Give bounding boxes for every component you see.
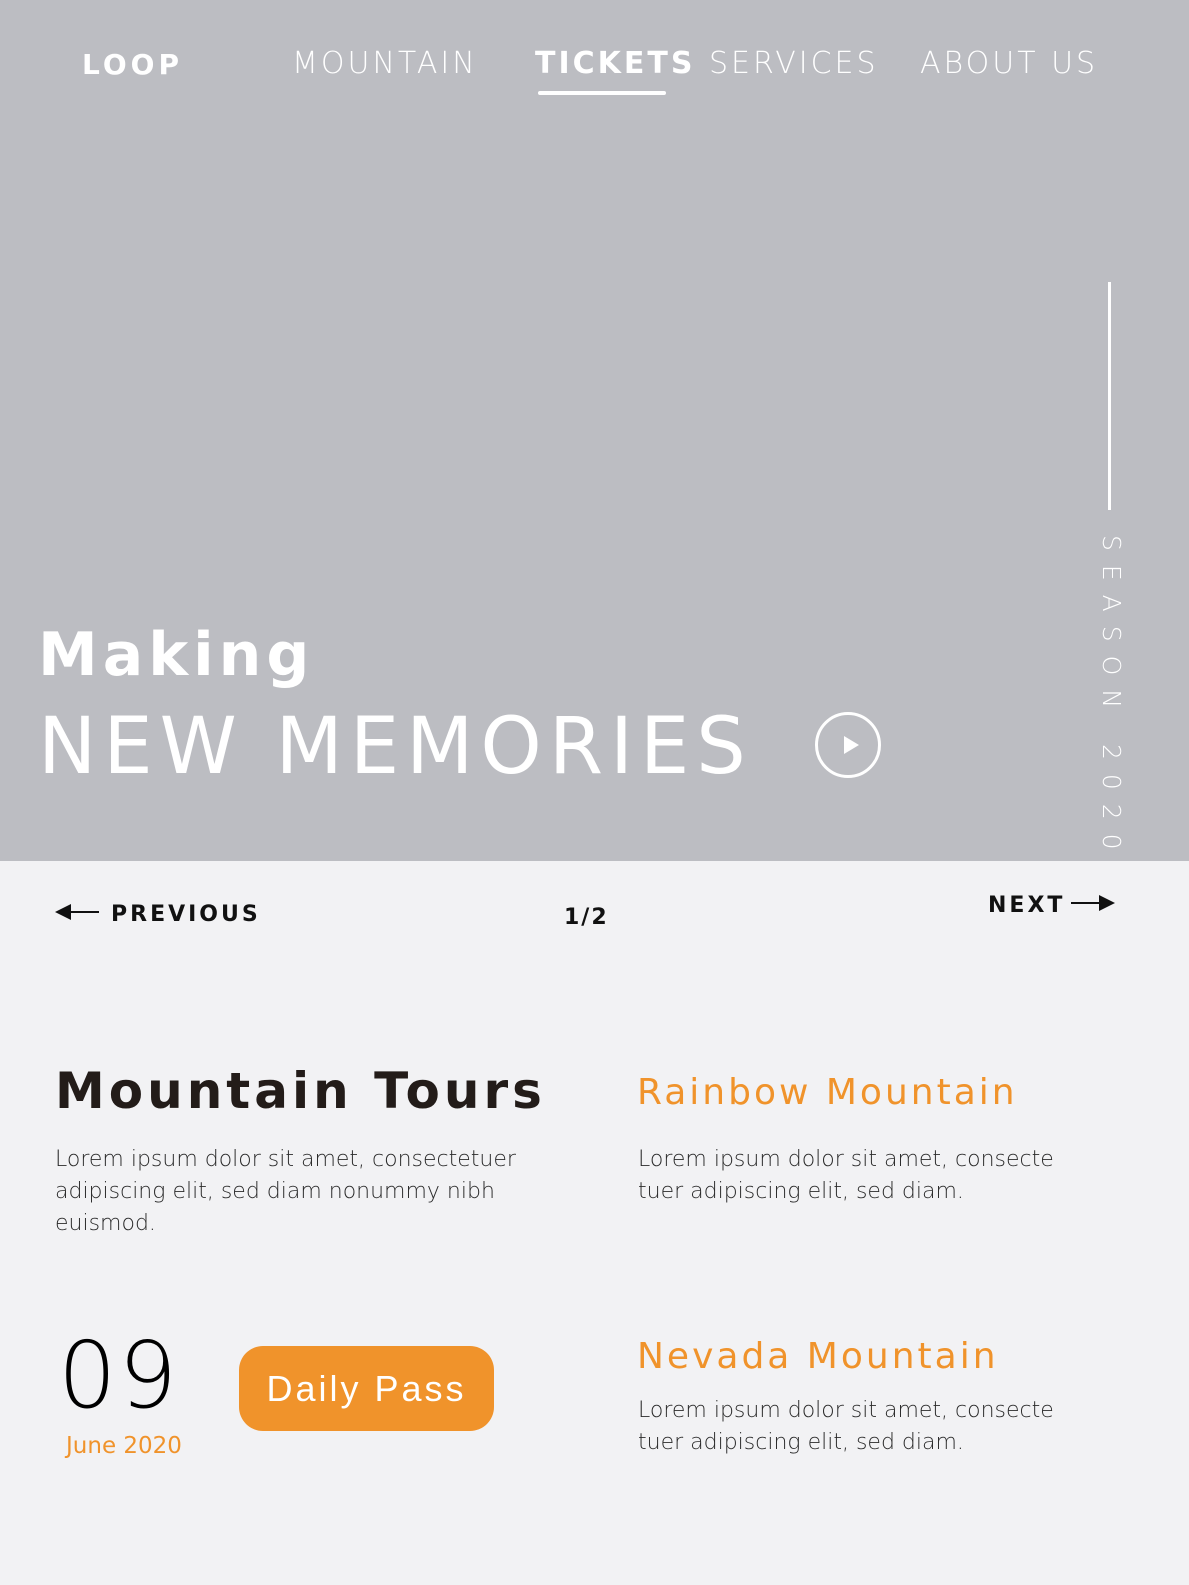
nevada-mountain-description: Lorem ipsum dolor sit amet, consecte tue…: [638, 1398, 1054, 1455]
arrow-left-icon: [55, 902, 99, 928]
previous-button[interactable]: PREVIOUS: [55, 902, 261, 928]
arrow-right-icon: [1071, 893, 1116, 919]
nav-item-tickets[interactable]: TICKETS: [535, 46, 695, 81]
nav-item-services[interactable]: SERVICES: [709, 46, 879, 81]
mountain-tours-heading: Mountain Tours: [55, 1062, 546, 1120]
play-circle-icon[interactable]: [815, 712, 881, 778]
previous-label: PREVIOUS: [111, 902, 261, 927]
mountain-tours-description: Lorem ipsum dolor sit amet, consectetuer…: [55, 1147, 516, 1236]
season-label: SEASON 2020: [1097, 535, 1126, 864]
event-month: June 2020: [66, 1433, 182, 1459]
active-tab-underline: [538, 91, 666, 95]
event-day: 09: [58, 1322, 180, 1429]
hero-title: NEW MEMORIES: [38, 702, 753, 792]
hero-subtitle: Making: [38, 620, 315, 690]
nav-item-mountain[interactable]: MOUNTAIN: [292, 46, 478, 81]
next-button[interactable]: NEXT: [988, 893, 1116, 919]
next-label: NEXT: [988, 893, 1066, 918]
nevada-mountain-title[interactable]: Nevada Mountain: [637, 1336, 999, 1377]
nav-item-about-us[interactable]: ABOUT US: [920, 46, 1098, 81]
hero-section: LOOP MOUNTAIN TICKETS SERVICES ABOUT US …: [0, 0, 1189, 864]
daily-pass-button[interactable]: Daily Pass: [239, 1346, 494, 1431]
rainbow-mountain-title[interactable]: Rainbow Mountain: [637, 1072, 1018, 1113]
rainbow-mountain-description: Lorem ipsum dolor sit amet, consecte tue…: [638, 1147, 1054, 1204]
vertical-divider: [1108, 282, 1111, 510]
page-counter: 1/2: [564, 905, 609, 930]
logo[interactable]: LOOP: [82, 48, 183, 81]
